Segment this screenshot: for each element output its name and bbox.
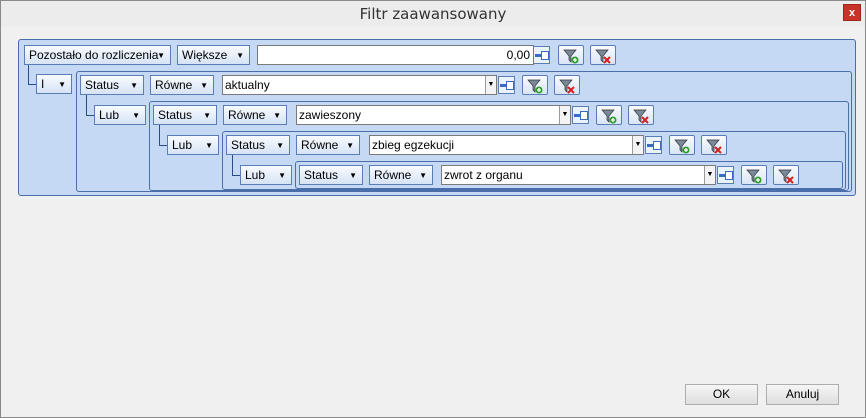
filter-group-level4: Status ▼ Równe ▼ zwrot z organu ▼	[295, 161, 843, 189]
filter-add-icon	[527, 79, 543, 94]
filter-tree: Pozostało do rozliczenia ▼ Większe ▼ 0,00 …	[18, 39, 856, 196]
cancel-button[interactable]: Anuluj	[766, 384, 839, 405]
chevron-down-icon: ▼	[419, 171, 427, 180]
chevron-down-icon: ▼	[346, 141, 354, 150]
filter-remove-icon	[633, 109, 649, 124]
chevron-down-icon: ▼	[236, 51, 244, 60]
root-field-label: Pozostało do rozliczenia	[29, 48, 159, 62]
level1-operator-dropdown[interactable]: Równe ▼	[150, 75, 214, 95]
chevron-down-icon: ▼	[203, 111, 211, 120]
level2-operator-dropdown[interactable]: Równe ▼	[223, 105, 287, 125]
chevron-down-icon: ▼	[58, 80, 66, 89]
level3-value-picker-icon[interactable]	[645, 136, 662, 154]
level1-remove-filter-button[interactable]	[554, 75, 580, 95]
root-add-filter-button[interactable]	[558, 45, 584, 65]
level4-value-combo[interactable]: zwrot z organu ▼	[441, 165, 716, 185]
level1-value-text: aktualny	[225, 78, 270, 92]
filter-remove-icon	[595, 49, 611, 64]
chevron-down-icon: ▼	[278, 171, 286, 180]
root-value-input[interactable]: 0,00	[257, 45, 534, 65]
level4-value-text: zwrot z organu	[444, 168, 523, 182]
ok-button[interactable]: OK	[685, 384, 758, 405]
level3-remove-filter-button[interactable]	[701, 135, 727, 155]
root-join-label: I	[41, 77, 45, 91]
level2-field-dropdown[interactable]: Status ▼	[153, 105, 217, 125]
level1-field-dropdown[interactable]: Status ▼	[80, 75, 144, 95]
root-operator-label: Większe	[182, 48, 228, 62]
level3-value-combo[interactable]: zbieg egzekucji ▼	[369, 135, 644, 155]
filter-add-icon	[563, 49, 579, 64]
level1-join-dropdown[interactable]: Lub ▼	[94, 105, 146, 125]
chevron-down-icon[interactable]: ▼	[559, 106, 570, 124]
filter-remove-icon	[778, 169, 794, 184]
filter-group-level1: Status ▼ Równe ▼ aktualny ▼ Lub ▼ Status…	[76, 71, 852, 192]
level2-value-picker-icon[interactable]	[572, 106, 589, 124]
filter-remove-icon	[706, 139, 722, 154]
level1-field-label: Status	[85, 78, 120, 92]
level3-join-dropdown[interactable]: Lub ▼	[240, 165, 292, 185]
level3-operator-dropdown[interactable]: Równe ▼	[296, 135, 360, 155]
filter-add-icon	[746, 169, 762, 184]
root-join-dropdown[interactable]: I ▼	[36, 74, 72, 94]
window-title: Filtr zaawansowany	[359, 5, 507, 23]
filter-remove-icon	[559, 79, 575, 94]
level2-remove-filter-button[interactable]	[628, 105, 654, 125]
level2-add-filter-button[interactable]	[596, 105, 622, 125]
chevron-down-icon: ▼	[157, 51, 165, 60]
level4-operator-label: Równe	[374, 168, 412, 182]
level2-join-dropdown[interactable]: Lub ▼	[167, 135, 219, 155]
level4-field-dropdown[interactable]: Status ▼	[299, 165, 363, 185]
chevron-down-icon: ▼	[205, 141, 213, 150]
filter-add-icon	[674, 139, 690, 154]
chevron-down-icon: ▼	[273, 111, 281, 120]
level2-value-text: zawieszony	[299, 108, 362, 122]
title-bar: Filtr zaawansowany x	[1, 1, 865, 27]
level2-value-combo[interactable]: zawieszony ▼	[296, 105, 571, 125]
filter-group-level2: Status ▼ Równe ▼ zawieszony ▼ Lub ▼ Stat…	[149, 101, 849, 191]
level4-add-filter-button[interactable]	[741, 165, 767, 185]
level1-value-combo[interactable]: aktualny ▼	[222, 75, 497, 95]
level4-field-label: Status	[304, 168, 339, 182]
root-operator-dropdown[interactable]: Większe ▼	[177, 45, 250, 65]
level3-value-text: zbieg egzekucji	[372, 138, 455, 152]
root-field-dropdown[interactable]: Pozostało do rozliczenia ▼	[24, 45, 171, 65]
level3-operator-label: Równe	[301, 138, 339, 152]
chevron-down-icon: ▼	[349, 171, 357, 180]
chevron-down-icon: ▼	[132, 111, 140, 120]
chevron-down-icon: ▼	[200, 81, 208, 90]
close-button[interactable]: x	[843, 4, 861, 21]
level3-add-filter-button[interactable]	[669, 135, 695, 155]
level3-join-label: Lub	[245, 168, 266, 182]
chevron-down-icon: ▼	[130, 81, 138, 90]
level1-join-label: Lub	[99, 108, 120, 122]
chevron-down-icon: ▼	[276, 141, 284, 150]
level3-field-label: Status	[231, 138, 266, 152]
level3-field-dropdown[interactable]: Status ▼	[226, 135, 290, 155]
level4-remove-filter-button[interactable]	[773, 165, 799, 185]
level1-operator-label: Równe	[155, 78, 193, 92]
root-value-picker-icon[interactable]	[533, 46, 550, 64]
level2-operator-label: Równe	[228, 108, 266, 122]
filter-group-level3: Status ▼ Równe ▼ zbieg egzekucji ▼ Lub ▼…	[222, 131, 846, 190]
level2-field-label: Status	[158, 108, 193, 122]
level1-add-filter-button[interactable]	[522, 75, 548, 95]
chevron-down-icon[interactable]: ▼	[704, 166, 715, 184]
level2-join-label: Lub	[172, 138, 193, 152]
level1-value-picker-icon[interactable]	[498, 76, 515, 94]
chevron-down-icon[interactable]: ▼	[485, 76, 496, 94]
root-remove-filter-button[interactable]	[590, 45, 616, 65]
chevron-down-icon[interactable]: ▼	[632, 136, 643, 154]
level4-value-picker-icon[interactable]	[717, 166, 734, 184]
filter-add-icon	[601, 109, 617, 124]
level4-operator-dropdown[interactable]: Równe ▼	[369, 165, 433, 185]
dialog-window: Filtr zaawansowany x Pozostało do rozlic…	[0, 0, 866, 418]
